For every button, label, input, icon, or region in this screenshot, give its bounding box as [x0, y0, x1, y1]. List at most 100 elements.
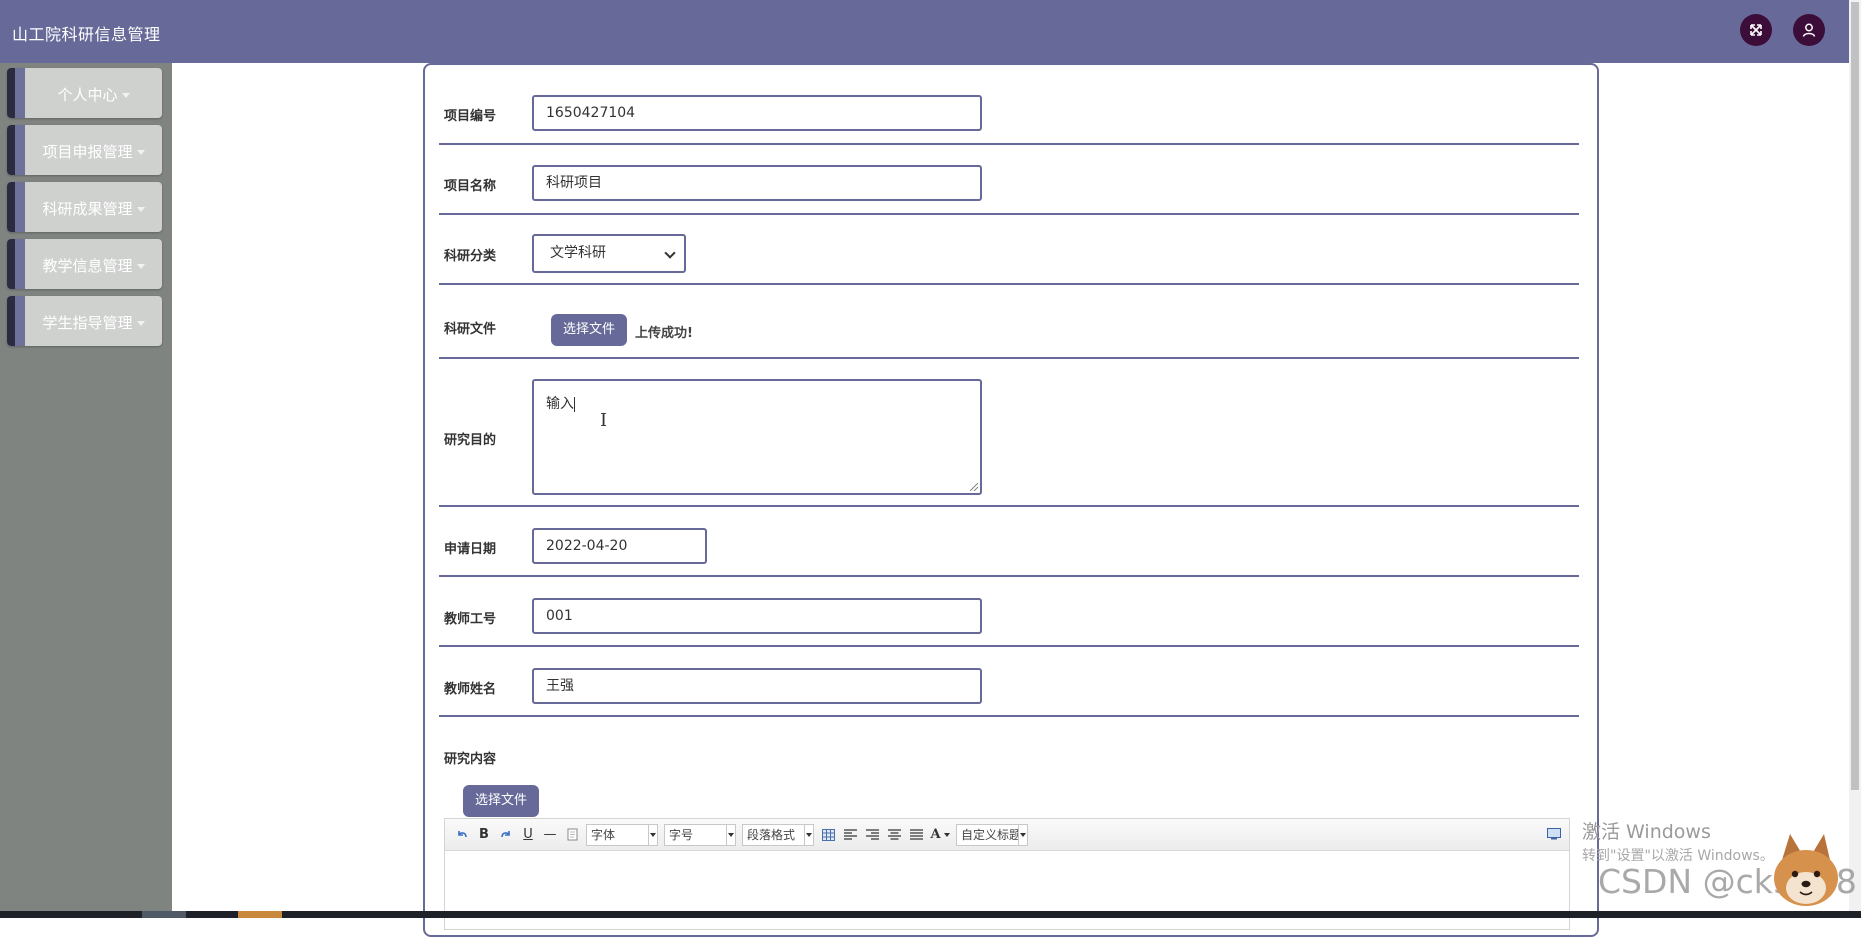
menu-stripe: [7, 68, 15, 118]
menu-stripe: [7, 125, 15, 175]
category-selected-value: 文学科研: [550, 245, 606, 261]
row-divider: [439, 575, 1579, 577]
caret-down-icon: [136, 207, 145, 212]
underline-glyph: U: [523, 827, 533, 842]
custom-title-value: 自定义标题: [961, 828, 1019, 842]
sidebar-item-research-results[interactable]: 科研成果管理: [7, 182, 162, 232]
fullscreen-icon[interactable]: [1740, 14, 1772, 46]
dog-mascot-icon: [1762, 826, 1850, 912]
sidebar-item-label: 个人中心: [57, 86, 118, 104]
row-divider: [439, 283, 1579, 285]
font-size-value: 字号: [669, 828, 694, 842]
sidebar-item-label: 科研成果管理: [42, 200, 133, 218]
sidebar-item-label: 教学信息管理: [42, 257, 133, 275]
category-select[interactable]: 文学科研: [532, 234, 686, 273]
font-family-select[interactable]: 字体: [586, 823, 658, 846]
top-header: 山工院科研信息管理: [0, 0, 1849, 63]
row-divider: [439, 715, 1579, 717]
align-left-icon[interactable]: [839, 824, 861, 846]
menu-stripe: [15, 296, 25, 346]
font-color-glyph: A: [930, 827, 941, 842]
sidebar-item-personal-center[interactable]: 个人中心: [7, 68, 162, 118]
row-divider: [439, 645, 1579, 647]
page-scrollbar[interactable]: [1849, 0, 1861, 918]
menu-stripe: [7, 296, 15, 346]
row-divider: [439, 357, 1579, 359]
underline-button[interactable]: U: [517, 824, 539, 846]
align-right-icon[interactable]: [861, 824, 883, 846]
sidebar: 个人中心 项目申报管理 科研成果管理 教学信息管理 学生指导管理: [0, 63, 172, 913]
bold-glyph: B: [479, 827, 489, 842]
sidebar-item-label: 学生指导管理: [42, 314, 133, 332]
activate-windows-watermark: 激活 Windows: [1582, 821, 1711, 843]
row-divider: [439, 143, 1579, 145]
dropdown-arrow-icon: [804, 824, 813, 845]
teacher-name-label: 教师姓名: [444, 682, 497, 697]
menu-stripe: [7, 239, 15, 289]
upload-status: 上传成功!: [635, 326, 693, 341]
caret-down-icon: [136, 321, 145, 326]
taskbar: [0, 911, 1861, 918]
purpose-label: 研究目的: [444, 433, 497, 448]
taskbar-app-item[interactable]: [238, 911, 282, 918]
horizontal-rule-button[interactable]: —: [539, 824, 561, 846]
menu-stripe: [15, 182, 25, 232]
paragraph-format-select[interactable]: 段落格式: [742, 823, 814, 846]
app-title: 山工院科研信息管理: [12, 25, 161, 44]
paragraph-format-value: 段落格式: [747, 828, 796, 842]
caret-down-icon: [121, 93, 130, 98]
row-divider: [439, 505, 1579, 507]
teacher-name-input[interactable]: 王强: [532, 668, 982, 704]
purpose-textarea[interactable]: 输入: [532, 379, 982, 495]
source-mode-icon[interactable]: [1547, 825, 1561, 844]
dropdown-arrow-icon: [726, 824, 735, 845]
table-icon[interactable]: [817, 824, 839, 846]
paste-plain-icon[interactable]: [561, 824, 583, 846]
caret-down-icon: [136, 150, 145, 155]
hr-glyph: —: [543, 827, 557, 842]
custom-title-select[interactable]: 自定义标题: [956, 823, 1028, 846]
teacher-id-input[interactable]: 001: [532, 598, 982, 634]
menu-stripe: [15, 68, 25, 118]
editor-toolbar: B U — 字体 字号 段落格式 A 自定义标题: [445, 819, 1569, 851]
redo-icon[interactable]: [495, 824, 517, 846]
teacher-id-label: 教师工号: [444, 612, 497, 627]
font-size-select[interactable]: 字号: [664, 823, 736, 846]
project-name-label: 项目名称: [444, 179, 497, 194]
ibeam-cursor-icon: I: [600, 410, 608, 431]
project-no-label: 项目编号: [444, 109, 497, 124]
scrollbar-thumb[interactable]: [1851, 2, 1859, 790]
sidebar-item-label: 项目申报管理: [42, 143, 133, 161]
resize-handle[interactable]: [970, 483, 978, 491]
purpose-text: 输入: [546, 396, 574, 412]
align-justify-icon[interactable]: [905, 824, 927, 846]
taskbar-app-item[interactable]: [142, 911, 186, 918]
font-family-value: 字体: [591, 828, 616, 842]
row-divider: [439, 213, 1579, 215]
choose-file-button[interactable]: 选择文件: [551, 314, 628, 346]
dropdown-arrow-icon: [648, 824, 657, 845]
menu-stripe: [15, 125, 25, 175]
undo-icon[interactable]: [451, 824, 473, 846]
text-caret: [574, 396, 575, 412]
content-label: 研究内容: [444, 752, 497, 767]
project-name-input[interactable]: 科研项目: [532, 165, 982, 201]
apply-date-label: 申请日期: [444, 542, 497, 557]
dropdown-arrow-icon: [1018, 824, 1027, 845]
content-choose-file-button[interactable]: 选择文件: [463, 785, 540, 817]
align-center-icon[interactable]: [883, 824, 905, 846]
sidebar-item-teaching-info[interactable]: 教学信息管理: [7, 239, 162, 289]
chevron-down-icon: [664, 247, 676, 259]
sidebar-item-student-guidance[interactable]: 学生指导管理: [7, 296, 162, 346]
caret-down-icon: [136, 264, 145, 269]
apply-date-input[interactable]: 2022-04-20: [532, 528, 707, 564]
project-no-input[interactable]: 1650427104: [532, 95, 982, 131]
user-icon[interactable]: [1793, 14, 1825, 46]
file-label: 科研文件: [444, 322, 497, 337]
menu-stripe: [15, 239, 25, 289]
font-color-button[interactable]: A: [927, 824, 953, 846]
bold-button[interactable]: B: [473, 824, 495, 846]
sidebar-item-project-declaration[interactable]: 项目申报管理: [7, 125, 162, 175]
category-label: 科研分类: [444, 249, 497, 264]
menu-stripe: [7, 182, 15, 232]
